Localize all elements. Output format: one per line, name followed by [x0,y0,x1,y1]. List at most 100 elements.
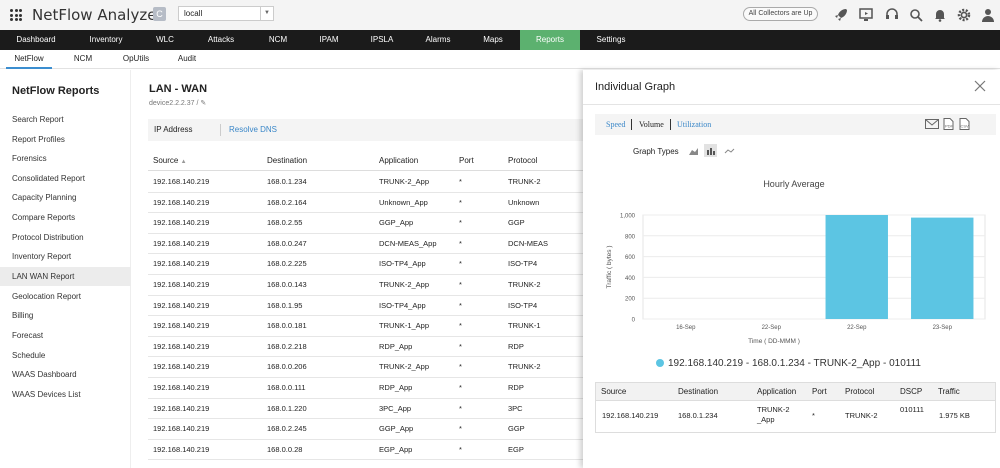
app-grid-icon[interactable] [10,9,22,21]
detail-col-protocol: Protocol [845,387,875,396]
sidebar-item-schedule[interactable]: Schedule [0,346,131,365]
cell-application: DCN-MEAS_App [379,238,437,248]
nav-maps[interactable]: Maps [474,30,512,50]
x-axis-label: Time ( DD-MMM ) [748,338,800,345]
detail-col-application: Application [757,387,797,396]
cell-source: 192.168.140.219 [153,321,210,331]
instance-select[interactable]: locall ▼ [178,6,274,21]
cell-application: TRUNK-2_App [379,362,430,372]
sidebar-item-protocol-distribution[interactable]: Protocol Distribution [0,228,131,247]
sidebar-item-compare-reports[interactable]: Compare Reports [0,208,131,227]
nav-wlc[interactable]: WLC [145,30,185,50]
tab-utilization[interactable]: Utilization [677,114,711,135]
sidebar-item-forensics[interactable]: Forensics [0,149,131,168]
pdf-export-icon[interactable]: PDF [943,118,954,130]
csv-export-icon[interactable]: CSV [959,118,970,130]
chart-bar [825,215,888,319]
sidebar-item-forecast[interactable]: Forecast [0,326,131,345]
cell-destination: 168.0.2.245 [267,424,307,434]
cell-source: 192.168.140.219 [153,197,210,207]
instance-value: locall [184,9,203,18]
tab-volume[interactable]: Volume [639,114,664,135]
svg-text:CSV: CSV [961,124,970,129]
nav-ncm[interactable]: NCM [260,30,296,50]
table-row[interactable]: 192.168.140.219 168.0.0.247 DCN-MEAS_App * D… [148,234,583,255]
table-row[interactable]: 192.168.140.219 168.0.0.181 TRUNK-1_App * TR… [148,316,583,337]
area-chart-icon[interactable] [687,144,700,157]
cell-source: 192.168.140.219 [153,300,210,310]
subnav-ncm[interactable]: NCM [66,50,100,69]
subnav-audit[interactable]: Audit [170,50,204,69]
table-row[interactable]: 192.168.140.219 168.0.0.143 TRUNK-2_App * TR… [148,275,583,296]
column-header-protocol[interactable]: Protocol [508,151,537,171]
table-row[interactable]: 192.168.140.219 168.0.1.220 3PC_App * 3PC [148,399,583,420]
sidebar-item-report-profiles[interactable]: Report Profiles [0,130,131,149]
table-row[interactable]: 192.168.140.219 168.0.1.234 TRUNK-2_App * TR… [148,172,583,193]
user-icon[interactable] [980,7,996,23]
table-row[interactable]: 192.168.140.219 168.0.2.245 GGP_App * GGP [148,419,583,440]
table-row[interactable]: 192.168.140.219 168.0.2.164 Unknown_App * Un… [148,193,583,214]
table-row[interactable]: 192.168.140.219 168.0.2.218 RDP_App * RDP [148,337,583,358]
cell-source: 192.168.140.219 [153,362,210,372]
tab-resolve-dns[interactable]: Resolve DNS [229,119,277,141]
table-row[interactable]: 192.168.140.219 168.0.1.95 ISO-TP4_App * ISO… [148,296,583,317]
sidebar-item-search-report[interactable]: Search Report [0,110,131,129]
cell-port: * [459,321,462,331]
nav-attacks[interactable]: Attacks [198,30,244,50]
sidebar-item-waas-dashboard[interactable]: WAAS Dashboard [0,365,131,384]
chart-legend[interactable]: 192.168.140.219 - 168.0.1.234 - TRUNK-2_… [656,358,921,369]
table-row[interactable]: 192.168.140.219 168.0.0.28 EGP_App * EGP [148,440,583,461]
table-row[interactable]: 192.168.140.219 168.0.0.206 TRUNK-2_App * TR… [148,357,583,378]
chart-title: Hourly Average [763,179,824,189]
table-row[interactable]: 192.168.140.219 168.0.2.55 GGP_App * GGP [148,213,583,234]
hourly-average-chart: Hourly Average 0 200 400 600 800 1,000 16-Sep 22… [595,170,996,370]
collectors-status-badge[interactable]: All Collectors are Up [743,7,818,21]
tab-ip-address[interactable]: IP Address [154,119,193,141]
detail-source: 192.168.140.219 [602,411,659,420]
table-row[interactable]: 192.168.140.219 168.0.2.225 ISO-TP4_App * IS… [148,254,583,275]
cell-source: 192.168.140.219 [153,259,210,269]
headset-icon[interactable] [884,7,900,23]
monitor-icon[interactable] [858,7,874,23]
cell-protocol: TRUNK-2 [508,362,541,372]
close-icon[interactable] [974,80,986,92]
edit-icon[interactable]: ✎ [200,100,206,107]
line-chart-icon[interactable] [723,144,736,157]
cell-protocol: ISO-TP4 [508,300,538,310]
sidebar-item-lan-wan-report[interactable]: LAN WAN Report [0,267,131,286]
nav-inventory[interactable]: Inventory [78,30,134,50]
detail-application: TRUNK-2_App [757,405,790,424]
table-row[interactable]: 192.168.140.219 168.0.0.111 RDP_App * RDP [148,378,583,399]
tab-speed[interactable]: Speed [606,114,626,135]
sub-nav: NetFlow NCM OpUtils Audit [0,50,1000,69]
sidebar-item-waas-devices-list[interactable]: WAAS Devices List [0,385,131,404]
column-header-source[interactable]: Source ▲ [153,151,187,171]
gear-icon[interactable] [956,7,972,23]
nav-reports[interactable]: Reports [520,30,580,50]
cell-port: * [459,280,462,289]
nav-ipsla[interactable]: IPSLA [362,30,402,50]
sidebar-item-capacity-planning[interactable]: Capacity Planning [0,188,131,207]
x-tick-label: 23-Sep [933,325,953,331]
bar-chart-icon[interactable] [704,144,717,157]
email-icon[interactable] [925,118,939,130]
nav-dashboard[interactable]: Dashboard [6,30,66,50]
column-header-port[interactable]: Port [459,151,474,171]
sidebar-item-billing[interactable]: Billing [0,306,131,325]
sort-icon[interactable]: ▲ [181,159,187,165]
search-icon[interactable] [908,7,924,23]
rocket-icon[interactable] [833,7,849,23]
column-header-application[interactable]: Application [379,151,418,171]
chevron-down-icon[interactable]: ▼ [260,7,273,20]
bell-icon[interactable] [932,7,948,23]
sidebar-item-geolocation-report[interactable]: Geolocation Report [0,287,131,306]
column-header-destination[interactable]: Destination [267,151,307,171]
cell-destination: 168.0.0.181 [267,321,307,331]
nav-settings[interactable]: Settings [588,30,634,50]
subnav-oputils[interactable]: OpUtils [116,50,156,69]
subnav-netflow[interactable]: NetFlow [6,50,52,69]
nav-ipam[interactable]: IPAM [311,30,347,50]
sidebar-item-inventory-report[interactable]: Inventory Report [0,247,131,266]
sidebar-item-consolidated-report[interactable]: Consolidated Report [0,169,131,188]
nav-alarms[interactable]: Alarms [418,30,458,50]
